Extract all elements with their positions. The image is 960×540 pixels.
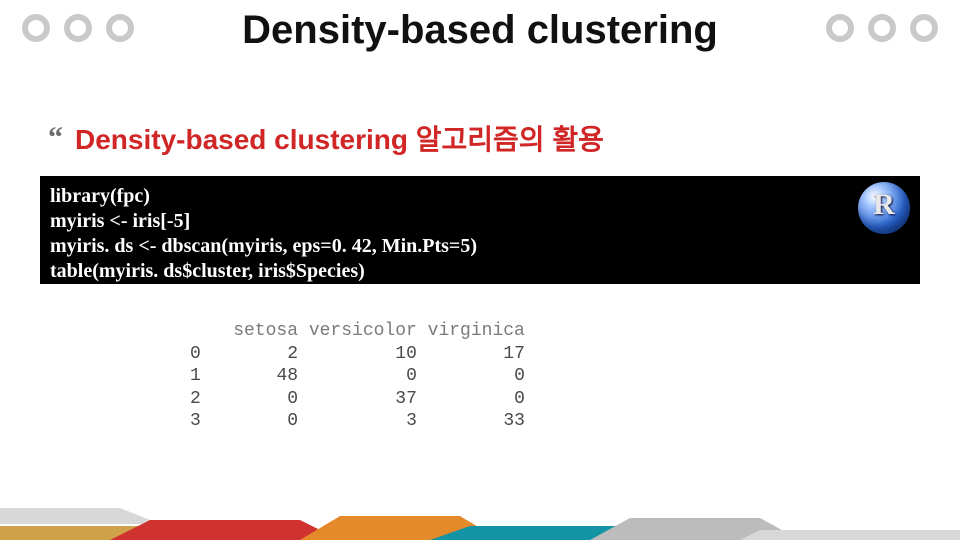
quote-bullet-icon: “ [48,121,61,155]
code-line: table(myiris. ds$cluster, iris$Species) [50,259,906,284]
code-line: myiris. ds <- dbscan(myiris, eps=0. 42, … [50,234,906,259]
r-output-table: setosa versicolor virginica 0 2 10 17 1 … [190,320,525,433]
table-row: 2 0 37 0 [190,389,525,409]
table-row: 0 2 10 17 [190,344,525,364]
table-row: 3 0 3 33 [190,411,525,431]
table-row: 1 48 0 0 [190,366,525,386]
slide-subtitle: Density-based clustering 알고리즘의 활용 [75,118,604,158]
code-line: myiris <- iris[-5] [50,209,906,234]
code-block: library(fpc) myiris <- iris[-5] myiris. … [40,176,920,284]
table-header: setosa versicolor virginica [190,321,525,341]
slide-title: Density-based clustering [0,8,960,53]
code-line: library(fpc) [50,184,906,209]
r-logo-letter: R [858,188,910,222]
subtitle-row: “ Density-based clustering 알고리즘의 활용 [48,118,604,158]
footer-deco-icon [0,496,960,540]
r-logo-icon: R [858,182,910,234]
